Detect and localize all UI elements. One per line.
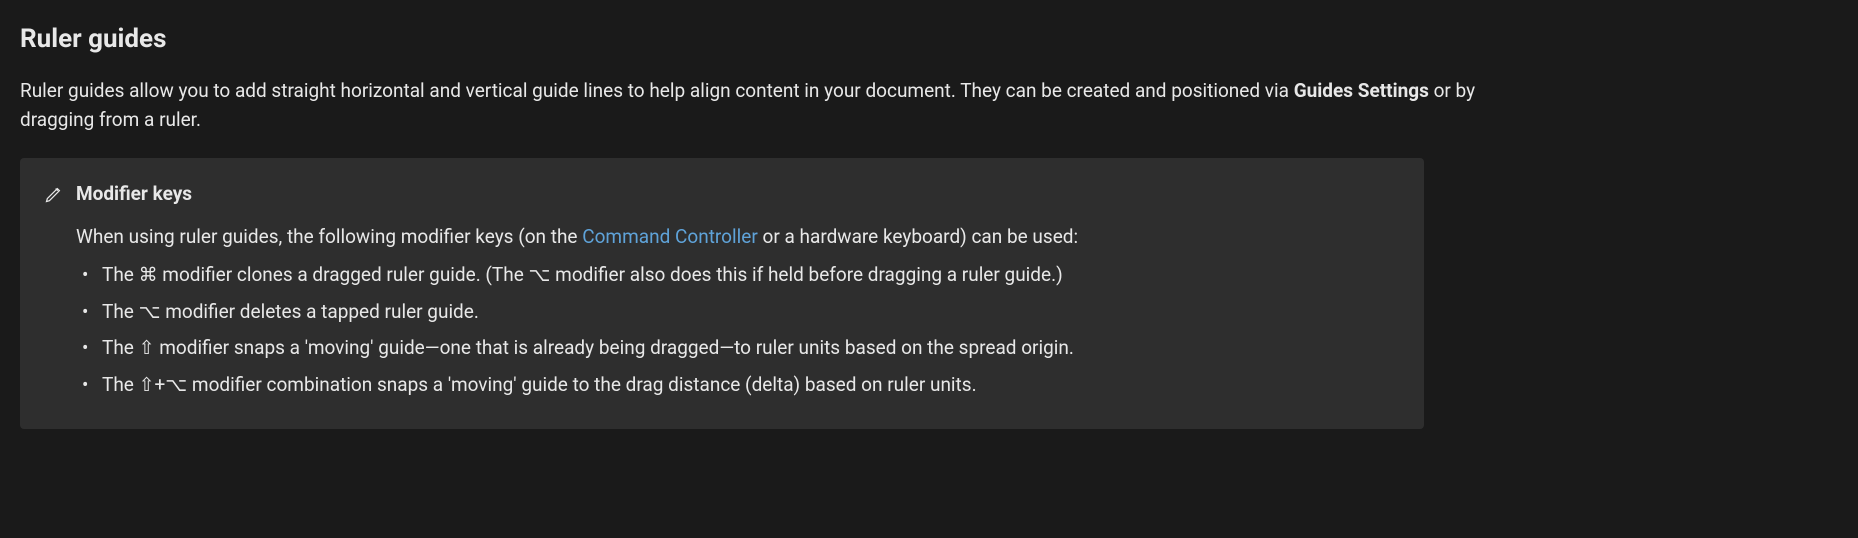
callout-lead-1: When using ruler guides, the following m…	[76, 225, 582, 248]
item-text: modifier clones a dragged ruler guide. (…	[158, 263, 529, 286]
shift-key-icon: ⇧	[139, 336, 155, 359]
item-text: modifier deletes a tapped ruler guide.	[161, 300, 479, 323]
item-text: modifier snaps a 'moving' guide—one that…	[155, 336, 1074, 359]
list-item: The ⌘ modifier clones a dragged ruler gu…	[76, 261, 1400, 290]
intro-text-1: Ruler guides allow you to add straight h…	[20, 79, 1294, 102]
item-text: The	[102, 263, 139, 286]
section-heading: Ruler guides	[20, 20, 1838, 59]
shift-key-icon: ⇧	[139, 373, 155, 396]
item-text: The	[102, 373, 139, 396]
command-key-icon: ⌘	[139, 263, 158, 286]
intro-paragraph: Ruler guides allow you to add straight h…	[20, 77, 1550, 134]
option-key-icon: ⌥	[529, 263, 551, 286]
callout-header: Modifier keys	[44, 180, 1400, 209]
pencil-icon	[44, 184, 64, 204]
command-controller-link[interactable]: Command Controller	[582, 225, 758, 248]
item-text: The	[102, 300, 139, 323]
item-text: modifier also does this if held before d…	[550, 263, 1062, 286]
option-key-icon: ⌥	[165, 373, 187, 396]
item-text: The	[102, 336, 139, 359]
modifier-keys-callout: Modifier keys When using ruler guides, t…	[20, 158, 1424, 429]
list-item: The ⇧+⌥ modifier combination snaps a 'mo…	[76, 371, 1400, 400]
callout-lead-2: or a hardware keyboard) can be used:	[758, 225, 1078, 248]
callout-title: Modifier keys	[76, 180, 192, 209]
intro-strong-1: Guides Settings	[1294, 79, 1429, 102]
item-text: modifier combination snaps a 'moving' gu…	[187, 373, 976, 396]
modifier-list: The ⌘ modifier clones a dragged ruler gu…	[76, 261, 1400, 399]
callout-lead: When using ruler guides, the following m…	[76, 223, 1400, 252]
option-key-icon: ⌥	[139, 300, 161, 323]
list-item: The ⇧ modifier snaps a 'moving' guide—on…	[76, 334, 1400, 363]
item-text: +	[155, 373, 166, 396]
list-item: The ⌥ modifier deletes a tapped ruler gu…	[76, 298, 1400, 327]
callout-body: When using ruler guides, the following m…	[44, 223, 1400, 400]
